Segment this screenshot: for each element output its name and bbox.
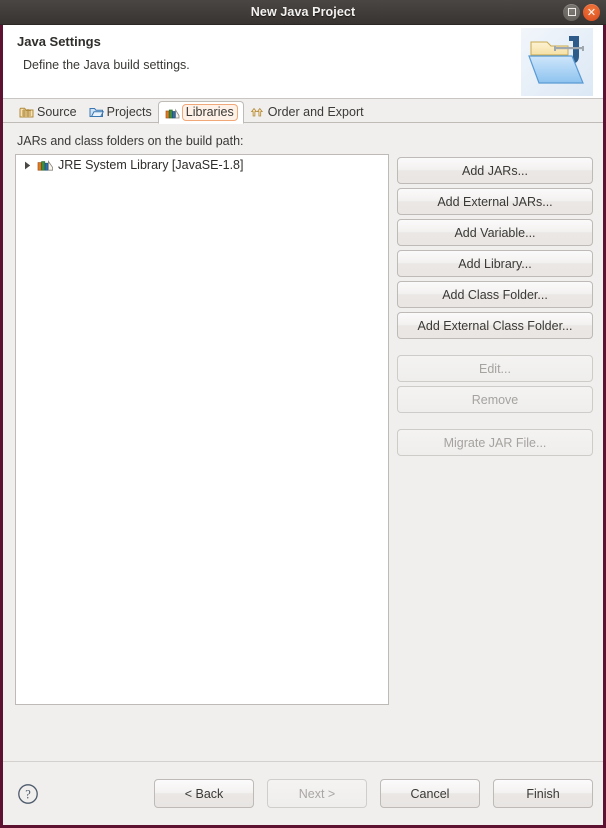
tab-projects-label: Projects xyxy=(106,104,152,119)
close-icon[interactable]: ✕ xyxy=(583,3,600,21)
java-project-folder-icon xyxy=(521,28,593,96)
libraries-panel: JARs and class folders on the build path… xyxy=(3,123,603,761)
tab-order-and-export-label: Order and Export xyxy=(267,104,364,119)
add-external-class-folder-button[interactable]: Add External Class Folder... xyxy=(397,312,593,339)
window-title: New Java Project xyxy=(250,5,356,19)
title-bar[interactable]: New Java Project ✕ xyxy=(0,0,606,25)
help-question-icon[interactable]: ? xyxy=(17,783,39,805)
order-export-arrows-icon xyxy=(250,105,265,119)
source-folder-icon xyxy=(19,105,34,119)
close-x-glyph: ✕ xyxy=(586,5,597,19)
page-subtitle: Define the Java build settings. xyxy=(23,58,190,72)
svg-text:?: ? xyxy=(25,787,31,801)
add-variable-button[interactable]: Add Variable... xyxy=(397,219,593,246)
new-java-project-dialog: New Java Project ✕ Java Settings Define … xyxy=(0,0,606,828)
collapsed-triangle-icon[interactable] xyxy=(22,160,33,171)
libraries-books-icon xyxy=(165,106,180,120)
migrate-jar-file-button[interactable]: Migrate JAR File... xyxy=(397,429,593,456)
maximize-square-glyph xyxy=(567,8,576,16)
library-actions: Add JARs... Add External JARs... Add Var… xyxy=(397,154,593,747)
add-class-folder-button[interactable]: Add Class Folder... xyxy=(397,281,593,308)
add-external-jars-button[interactable]: Add External JARs... xyxy=(397,188,593,215)
page-header: Java Settings Define the Java build sett… xyxy=(3,25,603,99)
tab-projects[interactable]: Projects xyxy=(83,101,158,123)
wizard-buttons: < Back Next > Cancel Finish xyxy=(154,779,593,808)
cancel-button[interactable]: Cancel xyxy=(380,779,480,808)
tab-source-label: Source xyxy=(37,104,77,119)
content-bottom-spacer xyxy=(15,747,593,761)
page-title: Java Settings xyxy=(17,34,101,49)
edit-button[interactable]: Edit... xyxy=(397,355,593,382)
tree-item-label: JRE System Library [JavaSE-1.8] xyxy=(58,158,244,172)
maximize-icon[interactable] xyxy=(563,3,580,21)
dialog-footer: ? < Back Next > Cancel Finish xyxy=(3,761,603,825)
remove-button[interactable]: Remove xyxy=(397,386,593,413)
tree-row[interactable]: JRE System Library [JavaSE-1.8] xyxy=(16,155,388,175)
tab-libraries[interactable]: Libraries xyxy=(157,101,244,124)
back-button[interactable]: < Back xyxy=(154,779,254,808)
library-books-icon xyxy=(37,158,54,172)
panes: JRE System Library [JavaSE-1.8] Add JARs… xyxy=(15,154,593,747)
build-path-tree[interactable]: JRE System Library [JavaSE-1.8] xyxy=(15,154,389,705)
tab-source[interactable]: Source xyxy=(13,101,83,123)
settings-tabs: Source Projects Libraries Order and Expo… xyxy=(3,99,603,124)
tab-order-and-export[interactable]: Order and Export xyxy=(244,101,370,123)
button-group-separator-2 xyxy=(397,417,593,425)
window-controls: ✕ xyxy=(563,0,600,24)
button-group-separator xyxy=(397,343,593,351)
add-jars-button[interactable]: Add JARs... xyxy=(397,157,593,184)
tab-libraries-label: Libraries xyxy=(181,104,238,121)
finish-button[interactable]: Finish xyxy=(493,779,593,808)
projects-folder-icon xyxy=(89,105,104,119)
next-button[interactable]: Next > xyxy=(267,779,367,808)
add-library-button[interactable]: Add Library... xyxy=(397,250,593,277)
build-path-list-label: JARs and class folders on the build path… xyxy=(17,134,244,148)
